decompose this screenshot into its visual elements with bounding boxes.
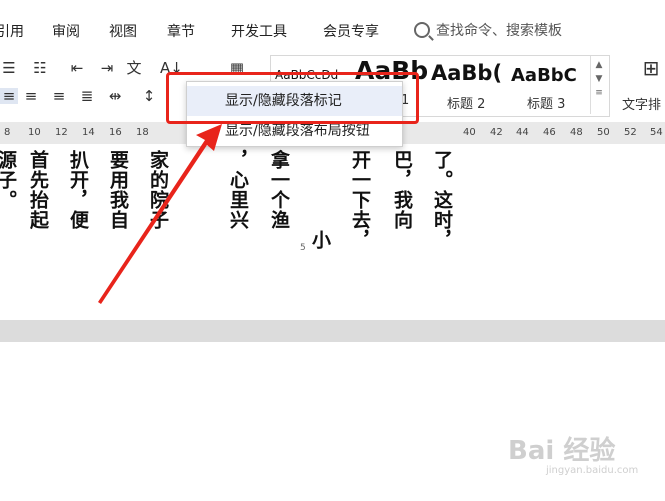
red-pointer-arrow <box>98 124 222 304</box>
watermark-sub: jingyan.baidu.com <box>546 465 639 476</box>
arrow-shape <box>98 124 222 304</box>
watermark-main: Bai 经验 <box>508 436 616 466</box>
baidu-watermark: Bai 经验 jingyan.baidu.com <box>508 430 638 476</box>
